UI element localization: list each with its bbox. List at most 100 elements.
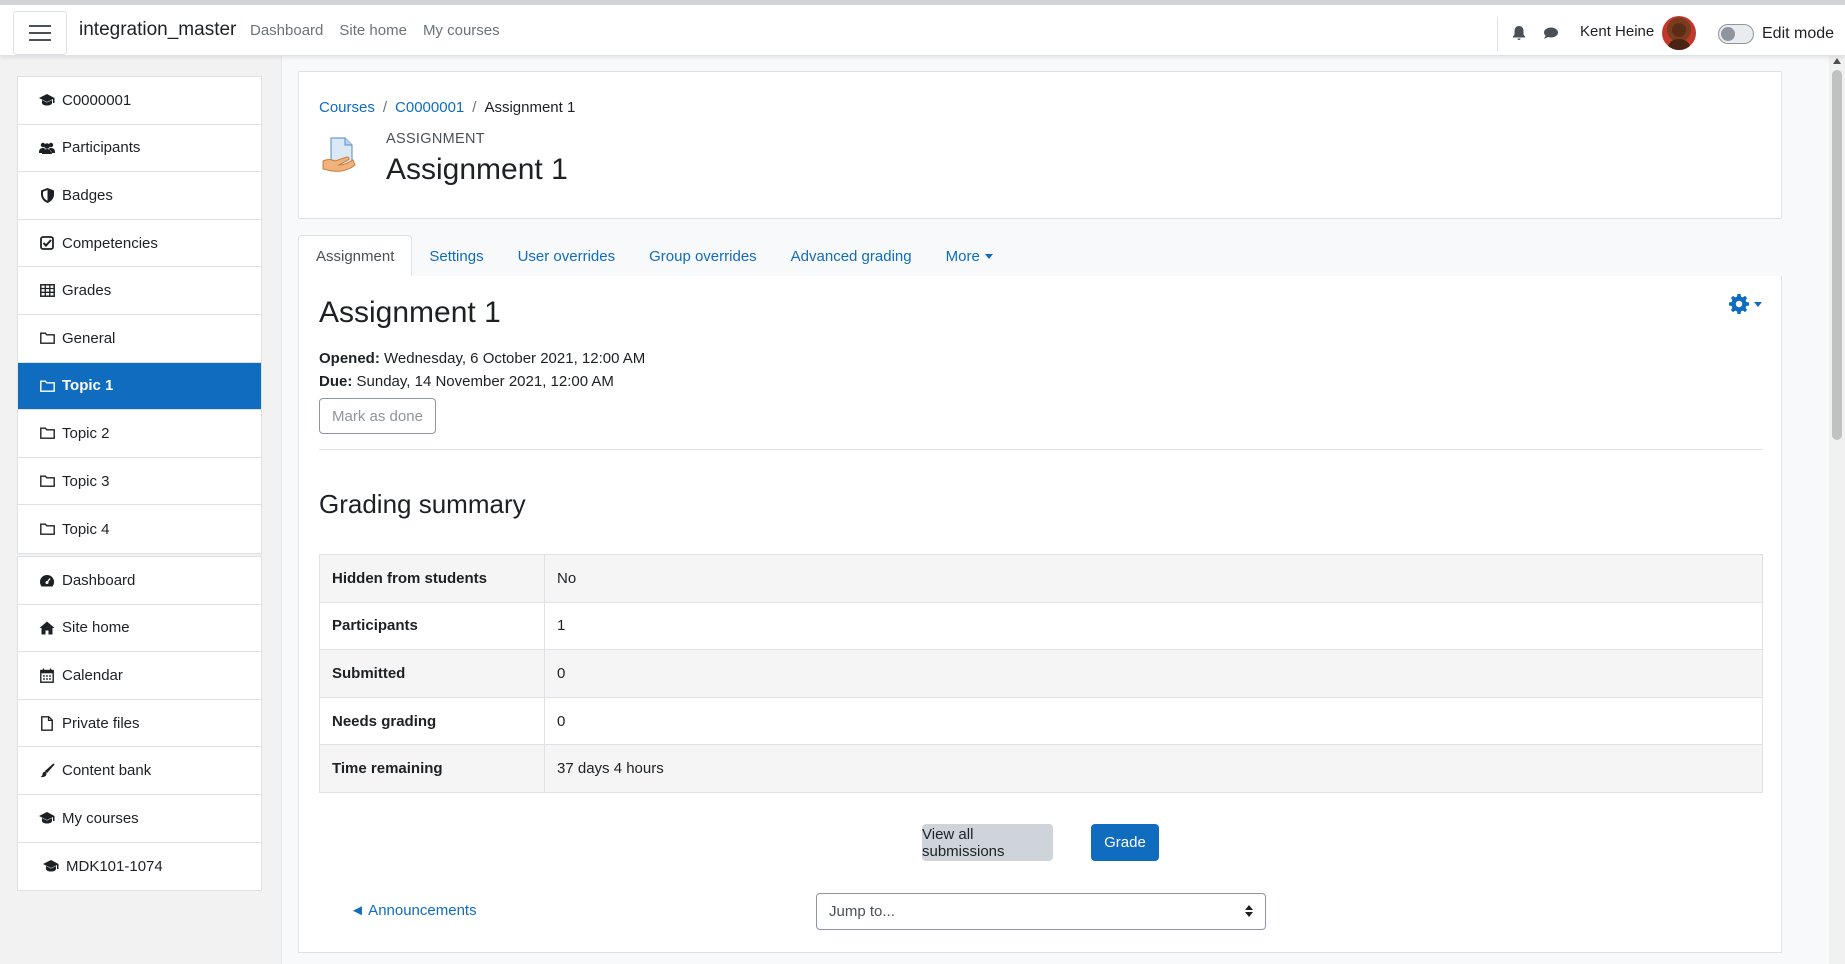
drawer-item-label: C0000001 bbox=[62, 91, 132, 109]
calendar-icon bbox=[39, 667, 55, 683]
main-content: Assignment 1 Opened: Wednesday, 6 Octobe… bbox=[298, 276, 1782, 953]
drawer-item-label: Topic 1 bbox=[62, 377, 114, 395]
scrollbar-thumb[interactable] bbox=[1832, 70, 1842, 440]
table-row: Hidden from students No bbox=[319, 554, 1763, 603]
opened-label: Opened: bbox=[319, 350, 380, 367]
top-navbar: integration_master Dashboard Site home M… bbox=[0, 0, 1845, 56]
row-label: Needs grading bbox=[319, 696, 545, 746]
edit-mode-toggle[interactable] bbox=[1718, 24, 1754, 44]
nav-site-home-link[interactable]: Site home bbox=[339, 22, 407, 39]
graduation-cap-icon bbox=[39, 92, 55, 108]
page-title: Assignment 1 bbox=[386, 153, 568, 186]
page-header: Courses / C0000001 / Assignment 1 ASSIGN… bbox=[298, 71, 1782, 219]
grading-summary-heading: Grading summary bbox=[319, 489, 526, 519]
breadcrumb-separator: / bbox=[382, 99, 388, 116]
drawer-item-label: My courses bbox=[62, 809, 139, 827]
table-row: Submitted 0 bbox=[319, 649, 1763, 698]
drawer-item-calendar[interactable]: Calendar bbox=[18, 652, 261, 700]
drawer-item-dashboard[interactable]: Dashboard bbox=[18, 557, 261, 605]
opened-value: Wednesday, 6 October 2021, 12:00 AM bbox=[384, 350, 646, 367]
drawer-item-content-bank[interactable]: Content bank bbox=[18, 747, 261, 795]
home-icon bbox=[39, 620, 55, 636]
drawer-item-my-courses[interactable]: My courses bbox=[18, 795, 261, 843]
drawer-item-private-files[interactable]: Private files bbox=[18, 700, 261, 748]
drawer-item-topic-4[interactable]: Topic 4 bbox=[18, 505, 261, 553]
chevron-down-icon bbox=[1754, 301, 1762, 307]
folder-icon bbox=[39, 330, 55, 346]
drawer-item-label: MDK101-1074 bbox=[66, 857, 163, 875]
nav-dashboard-link[interactable]: Dashboard bbox=[250, 22, 323, 39]
site-name[interactable]: integration_master bbox=[79, 19, 236, 41]
assignment-icon bbox=[322, 137, 356, 172]
module-type-label: ASSIGNMENT bbox=[386, 131, 485, 147]
row-value: 0 bbox=[544, 696, 1763, 746]
due-value: Sunday, 14 November 2021, 12:00 AM bbox=[356, 373, 614, 390]
bell-icon[interactable] bbox=[1509, 23, 1529, 43]
row-label: Time remaining bbox=[319, 744, 545, 793]
table-row: Participants 1 bbox=[319, 601, 1763, 651]
row-value: 37 days 4 hours bbox=[544, 744, 1763, 793]
drawer-item-badges[interactable]: Badges bbox=[18, 172, 261, 220]
drawer-item-label: General bbox=[62, 329, 116, 347]
tab-assignment[interactable]: Assignment bbox=[298, 235, 413, 278]
breadcrumb-course-link[interactable]: C0000001 bbox=[395, 99, 464, 116]
drawer-item-site-home[interactable]: Site home bbox=[18, 605, 261, 653]
drawer-item-label: Competencies bbox=[62, 234, 158, 252]
user-name[interactable]: Kent Heine bbox=[1580, 23, 1654, 40]
drawer-item-general[interactable]: General bbox=[18, 315, 261, 363]
scroll-up-arrow-icon[interactable] bbox=[1833, 58, 1841, 64]
row-value: 0 bbox=[544, 649, 1763, 698]
table-row: Time remaining 37 days 4 hours bbox=[319, 744, 1763, 793]
drawer-item-competencies[interactable]: Competencies bbox=[18, 220, 261, 268]
breadcrumb-separator: / bbox=[472, 99, 477, 116]
chat-bubble-icon[interactable] bbox=[1541, 23, 1561, 43]
drawer-item-label: Private files bbox=[62, 714, 140, 732]
avatar[interactable] bbox=[1662, 16, 1696, 50]
drawer-item-course[interactable]: C0000001 bbox=[18, 77, 261, 125]
drawer-item-label: Badges bbox=[62, 186, 113, 204]
drawer-item-topic-2[interactable]: Topic 2 bbox=[18, 410, 261, 458]
nav-my-courses-link[interactable]: My courses bbox=[423, 22, 500, 39]
course-nav-list: C0000001 Participants Badges Competencie… bbox=[17, 76, 262, 554]
folder-icon bbox=[39, 473, 55, 489]
edit-mode-label: Edit mode bbox=[1762, 25, 1835, 42]
chevron-down-icon bbox=[984, 253, 993, 259]
table-row: Needs grading 0 bbox=[319, 696, 1763, 746]
grade-button[interactable]: Grade bbox=[1091, 824, 1159, 861]
actions-menu-button[interactable] bbox=[1728, 293, 1762, 315]
drawer-toggle-button[interactable] bbox=[13, 11, 67, 55]
drawer-item-label: Topic 3 bbox=[62, 472, 110, 490]
tab-group-overrides[interactable]: Group overrides bbox=[632, 235, 774, 277]
drawer-item-label: Topic 2 bbox=[62, 424, 110, 442]
previous-activity-link[interactable]: ◄ Announcements bbox=[350, 902, 477, 919]
jump-to-select[interactable]: Jump to... bbox=[816, 893, 1266, 930]
tab-more[interactable]: More bbox=[929, 235, 1010, 277]
tab-user-overrides[interactable]: User overrides bbox=[501, 235, 633, 277]
breadcrumb-courses-link[interactable]: Courses bbox=[319, 99, 375, 116]
breadcrumb-current: Assignment 1 bbox=[484, 99, 576, 116]
gear-icon bbox=[1729, 294, 1749, 314]
row-label: Submitted bbox=[319, 649, 545, 698]
navbar-divider bbox=[1497, 17, 1498, 51]
tab-settings[interactable]: Settings bbox=[412, 235, 500, 277]
drawer-item-topic-3[interactable]: Topic 3 bbox=[18, 458, 261, 506]
drawer-item-participants[interactable]: Participants bbox=[18, 125, 261, 173]
page-scrollbar[interactable] bbox=[1829, 56, 1845, 964]
tab-more-label: More bbox=[945, 247, 980, 265]
drawer-item-topic-1[interactable]: Topic 1 bbox=[18, 362, 261, 411]
site-nav-list: Dashboard Site home Calendar Private fil… bbox=[17, 556, 262, 892]
view-all-submissions-button[interactable]: View all submissions bbox=[922, 824, 1053, 861]
paintbrush-icon bbox=[39, 763, 55, 779]
folder-icon bbox=[39, 521, 55, 537]
drawer-item-grades[interactable]: Grades bbox=[18, 267, 261, 315]
tab-advanced-grading[interactable]: Advanced grading bbox=[774, 235, 929, 277]
file-icon bbox=[39, 715, 55, 731]
jump-to-selected: Jump to... bbox=[829, 903, 895, 920]
folder-icon bbox=[39, 425, 55, 441]
due-date: Due: Sunday, 14 November 2021, 12:00 AM bbox=[319, 373, 614, 390]
check-square-icon bbox=[39, 235, 55, 251]
select-arrows-icon bbox=[1245, 905, 1253, 917]
graduation-cap-icon bbox=[39, 810, 55, 826]
mark-as-done-button[interactable]: Mark as done bbox=[319, 398, 436, 434]
drawer-item-course-mdk101[interactable]: MDK101-1074 bbox=[18, 843, 261, 891]
